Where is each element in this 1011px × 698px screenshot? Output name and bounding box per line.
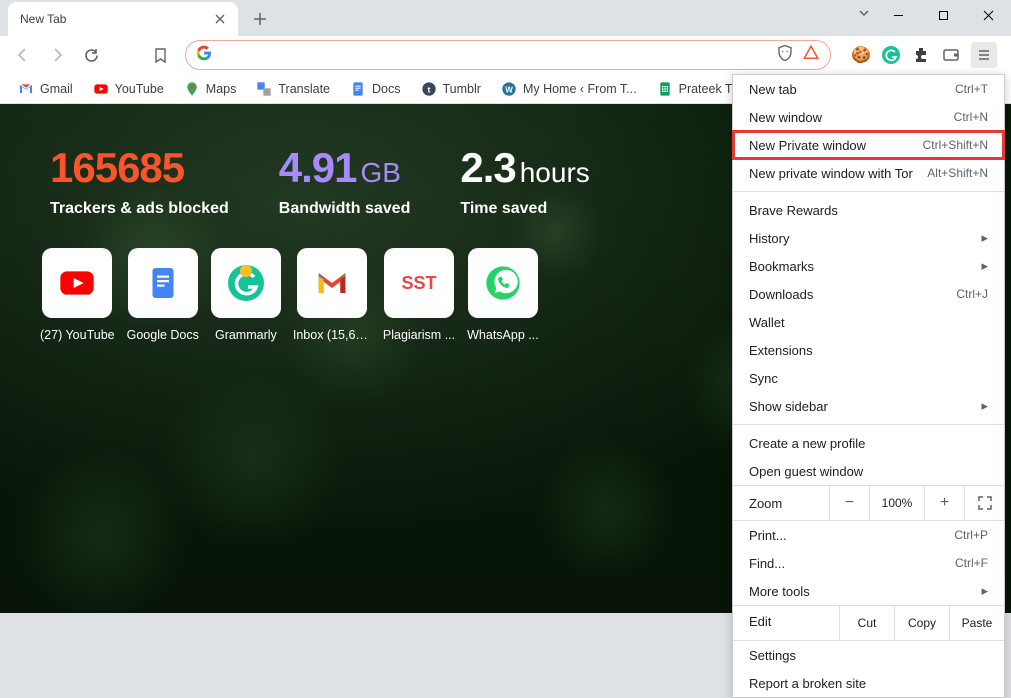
tile-sst[interactable]: SSTPlagiarism ...: [383, 248, 455, 342]
tumblr-icon: t: [421, 81, 437, 97]
menu-settings[interactable]: Settings: [733, 641, 1004, 669]
stat-time: 2.3hours Time saved: [460, 144, 589, 218]
browser-tab[interactable]: New Tab: [8, 2, 238, 36]
menu-more-tools[interactable]: More tools▸: [733, 577, 1004, 605]
zoom-out-button[interactable]: −: [829, 486, 869, 520]
menu-guest-window[interactable]: Open guest window: [733, 457, 1004, 485]
menu-report[interactable]: Report a broken site: [733, 669, 1004, 697]
tab-title: New Tab: [20, 12, 212, 26]
wordpress-icon: W: [501, 81, 517, 97]
google-icon: [196, 45, 212, 66]
docs-icon: [350, 81, 366, 97]
tile-youtube[interactable]: (27) YouTube: [40, 248, 115, 342]
close-tab-icon[interactable]: [212, 11, 228, 27]
stat-bandwidth: 4.91GB Bandwidth saved: [279, 144, 411, 218]
tile-whatsapp[interactable]: WhatsApp ...: [467, 248, 539, 342]
menu-new-tab[interactable]: New tabCtrl+T: [733, 75, 1004, 103]
bookmark-gmail[interactable]: Gmail: [10, 77, 81, 101]
menu-print[interactable]: Print...Ctrl+P: [733, 521, 1004, 549]
menu-zoom-row: Zoom − 100% +: [733, 485, 1004, 521]
app-menu-button[interactable]: [971, 42, 997, 68]
menu-downloads[interactable]: DownloadsCtrl+J: [733, 280, 1004, 308]
menu-find[interactable]: Find...Ctrl+F: [733, 549, 1004, 577]
cut-button[interactable]: Cut: [839, 606, 894, 640]
menu-wallet[interactable]: Wallet: [733, 308, 1004, 336]
new-tab-button[interactable]: [246, 5, 274, 33]
bookmark-button[interactable]: [145, 40, 175, 70]
menu-sync[interactable]: Sync: [733, 364, 1004, 392]
toolbar: 🍪: [0, 36, 1011, 74]
menu-create-profile[interactable]: Create a new profile: [733, 429, 1004, 457]
menu-history[interactable]: History▸: [733, 224, 1004, 252]
tile-grammarly[interactable]: Grammarly: [211, 248, 281, 342]
gmail-icon: [18, 81, 34, 97]
youtube-icon: [93, 81, 109, 97]
menu-edit-row: Edit Cut Copy Paste: [733, 605, 1004, 641]
back-button[interactable]: [8, 40, 38, 70]
bookmark-youtube[interactable]: YouTube: [85, 77, 172, 101]
zoom-value: 100%: [869, 486, 924, 520]
maximize-button[interactable]: [921, 0, 966, 30]
brave-shields-icon[interactable]: [776, 44, 794, 67]
bookmark-wordpress[interactable]: WMy Home ‹ From T...: [493, 77, 645, 101]
menu-new-tor-window[interactable]: New private window with TorAlt+Shift+N: [733, 159, 1004, 187]
bookmark-translate[interactable]: Translate: [248, 77, 338, 101]
zoom-in-button[interactable]: +: [924, 486, 964, 520]
minimize-button[interactable]: [876, 0, 921, 30]
grammarly-extension-icon[interactable]: [881, 45, 901, 65]
cookie-extension-icon[interactable]: 🍪: [851, 45, 871, 65]
svg-text:W: W: [505, 85, 513, 94]
chevron-right-icon: ▸: [981, 258, 988, 274]
url-bar[interactable]: [185, 40, 831, 70]
bookmark-maps[interactable]: Maps: [176, 77, 245, 101]
menu-bookmarks[interactable]: Bookmarks▸: [733, 252, 1004, 280]
menu-sidebar[interactable]: Show sidebar▸: [733, 392, 1004, 420]
bookmark-docs[interactable]: Docs: [342, 77, 408, 101]
menu-extensions[interactable]: Extensions: [733, 336, 1004, 364]
svg-text:t: t: [427, 84, 430, 94]
sheets-icon: [657, 81, 673, 97]
app-menu: New tabCtrl+T New windowCtrl+N New Priva…: [732, 74, 1005, 698]
tile-gmail[interactable]: Inbox (15,666): [293, 248, 371, 342]
menu-new-private-window[interactable]: New Private windowCtrl+Shift+N: [733, 131, 1004, 159]
chevron-right-icon: ▸: [981, 583, 988, 599]
chevron-right-icon: ▸: [981, 398, 988, 414]
wallet-icon[interactable]: [941, 45, 961, 65]
menu-rewards[interactable]: Brave Rewards: [733, 196, 1004, 224]
bookmark-tumblr[interactable]: tTumblr: [413, 77, 489, 101]
maps-icon: [184, 81, 200, 97]
copy-button[interactable]: Copy: [894, 606, 949, 640]
reload-button[interactable]: [76, 40, 106, 70]
titlebar: New Tab: [0, 0, 1011, 36]
brave-rewards-icon[interactable]: [802, 44, 820, 67]
paste-button[interactable]: Paste: [949, 606, 1004, 640]
extensions-icon[interactable]: [911, 45, 931, 65]
stat-trackers: 165685 Trackers & ads blocked: [50, 144, 229, 218]
forward-button[interactable]: [42, 40, 72, 70]
tab-overflow-icon[interactable]: [857, 6, 871, 25]
translate-icon: [256, 81, 272, 97]
tile-docs[interactable]: Google Docs: [127, 248, 199, 342]
fullscreen-button[interactable]: [964, 486, 1004, 520]
close-window-button[interactable]: [966, 0, 1011, 30]
chevron-right-icon: ▸: [981, 230, 988, 246]
menu-new-window[interactable]: New windowCtrl+N: [733, 103, 1004, 131]
